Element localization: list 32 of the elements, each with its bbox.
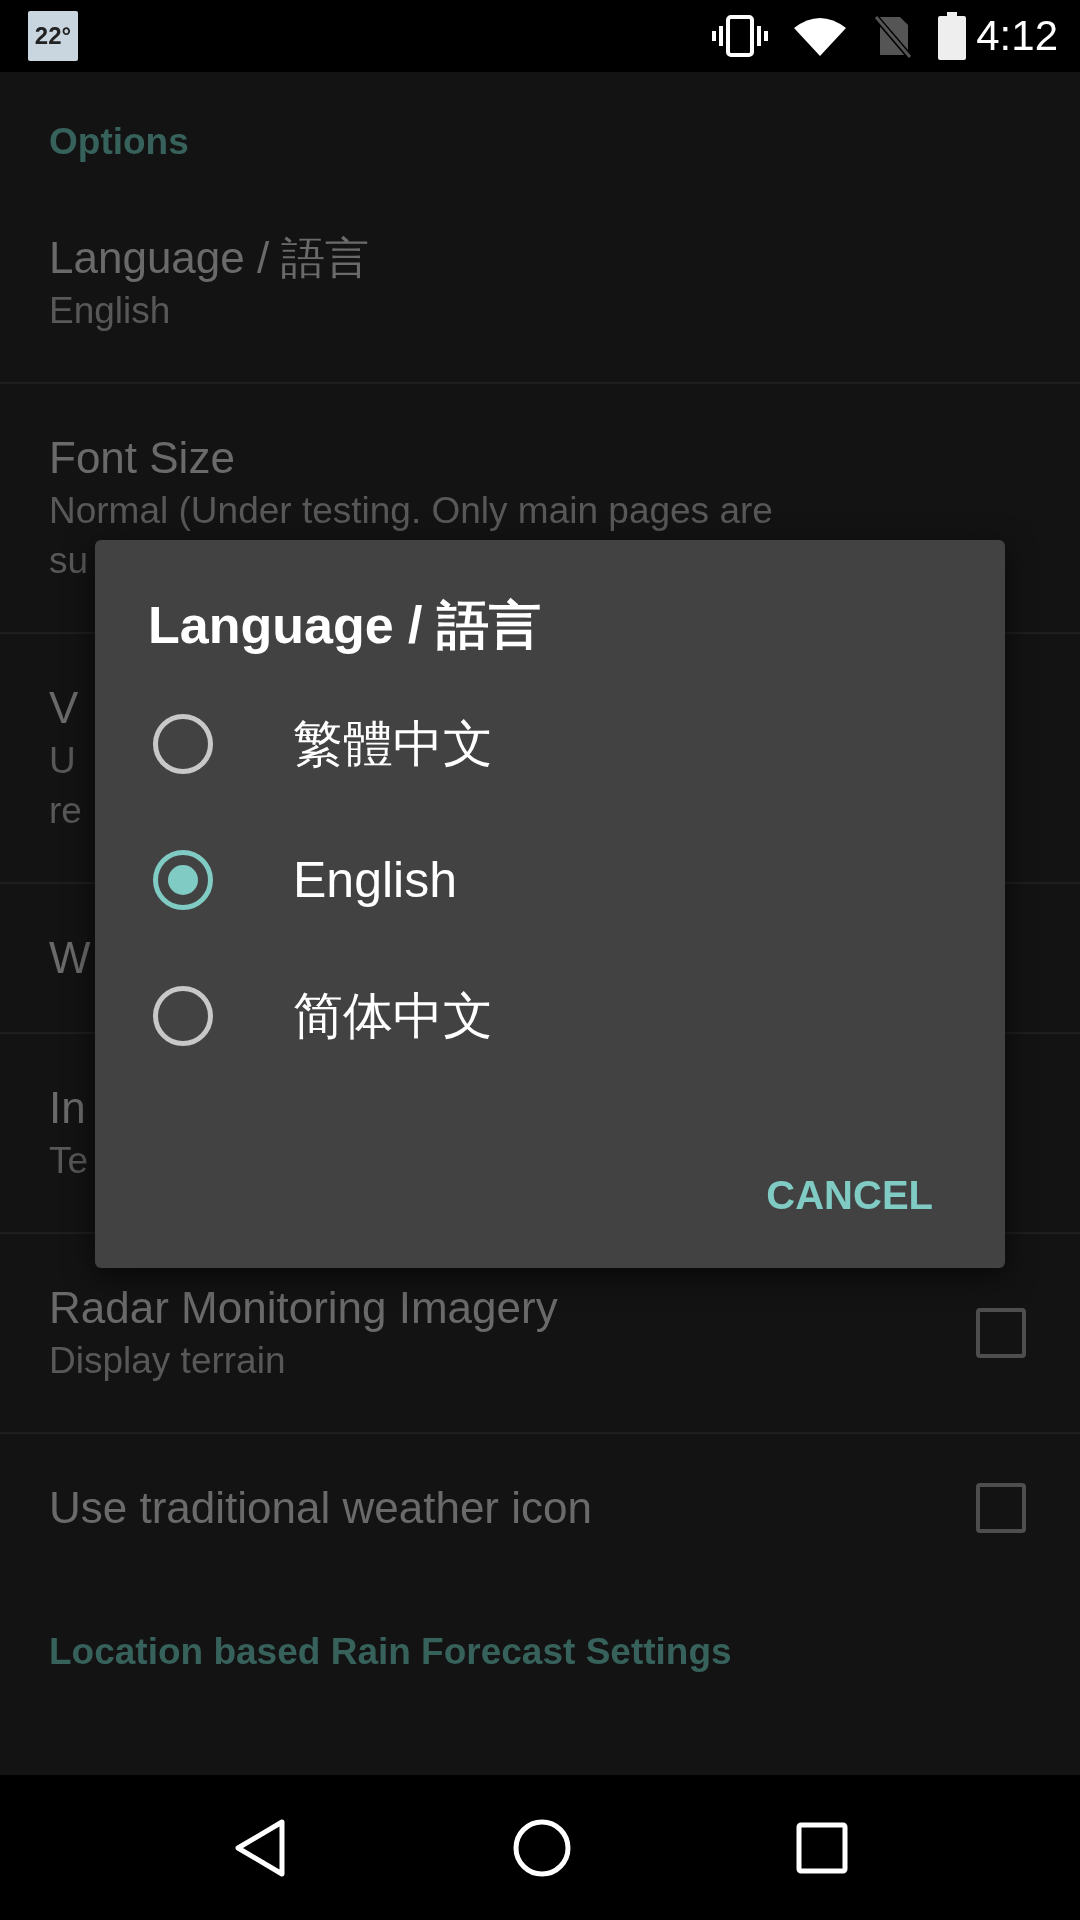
weather-badge: 22° <box>28 11 78 61</box>
radio-button[interactable] <box>153 986 213 1046</box>
setting-title: W <box>49 932 91 984</box>
radio-button[interactable] <box>153 714 213 774</box>
setting-summary: Te <box>49 1139 89 1183</box>
section-header: Location based Rain Forecast Settings <box>49 1631 732 1672</box>
setting-title: Radar Monitoring Imagery <box>49 1282 558 1334</box>
setting-title: In <box>49 1082 86 1134</box>
setting-summary: su <box>49 539 89 583</box>
clock: 4:12 <box>976 12 1058 60</box>
setting-summary: U <box>49 739 76 783</box>
option-label[interactable]: 繁體中文 <box>293 710 493 778</box>
cancel-button[interactable]: CANCEL <box>744 1161 955 1230</box>
battery-icon <box>938 12 967 60</box>
setting-summary: English <box>49 289 171 333</box>
option-label[interactable]: 简体中文 <box>293 982 493 1050</box>
setting-title: Language / 語言 <box>49 232 370 284</box>
setting-summary: re <box>49 789 82 833</box>
section-header: Options <box>49 121 189 162</box>
vibrate-icon <box>712 14 769 58</box>
setting-title: Use traditional weather icon <box>49 1482 592 1534</box>
no-sim-icon <box>872 13 913 59</box>
checkbox[interactable] <box>976 1483 1026 1533</box>
setting-summary: Normal (Under testing. Only main pages are <box>49 489 773 533</box>
setting-summary: Display terrain <box>49 1339 286 1383</box>
setting-title: Font Size <box>49 432 235 484</box>
dialog-title: Language / 語言 <box>148 595 541 656</box>
wifi-icon <box>794 16 847 56</box>
radio-button[interactable] <box>153 850 213 910</box>
option-label[interactable]: English <box>293 851 457 909</box>
checkbox[interactable] <box>976 1308 1026 1358</box>
setting-title: V <box>49 682 79 734</box>
